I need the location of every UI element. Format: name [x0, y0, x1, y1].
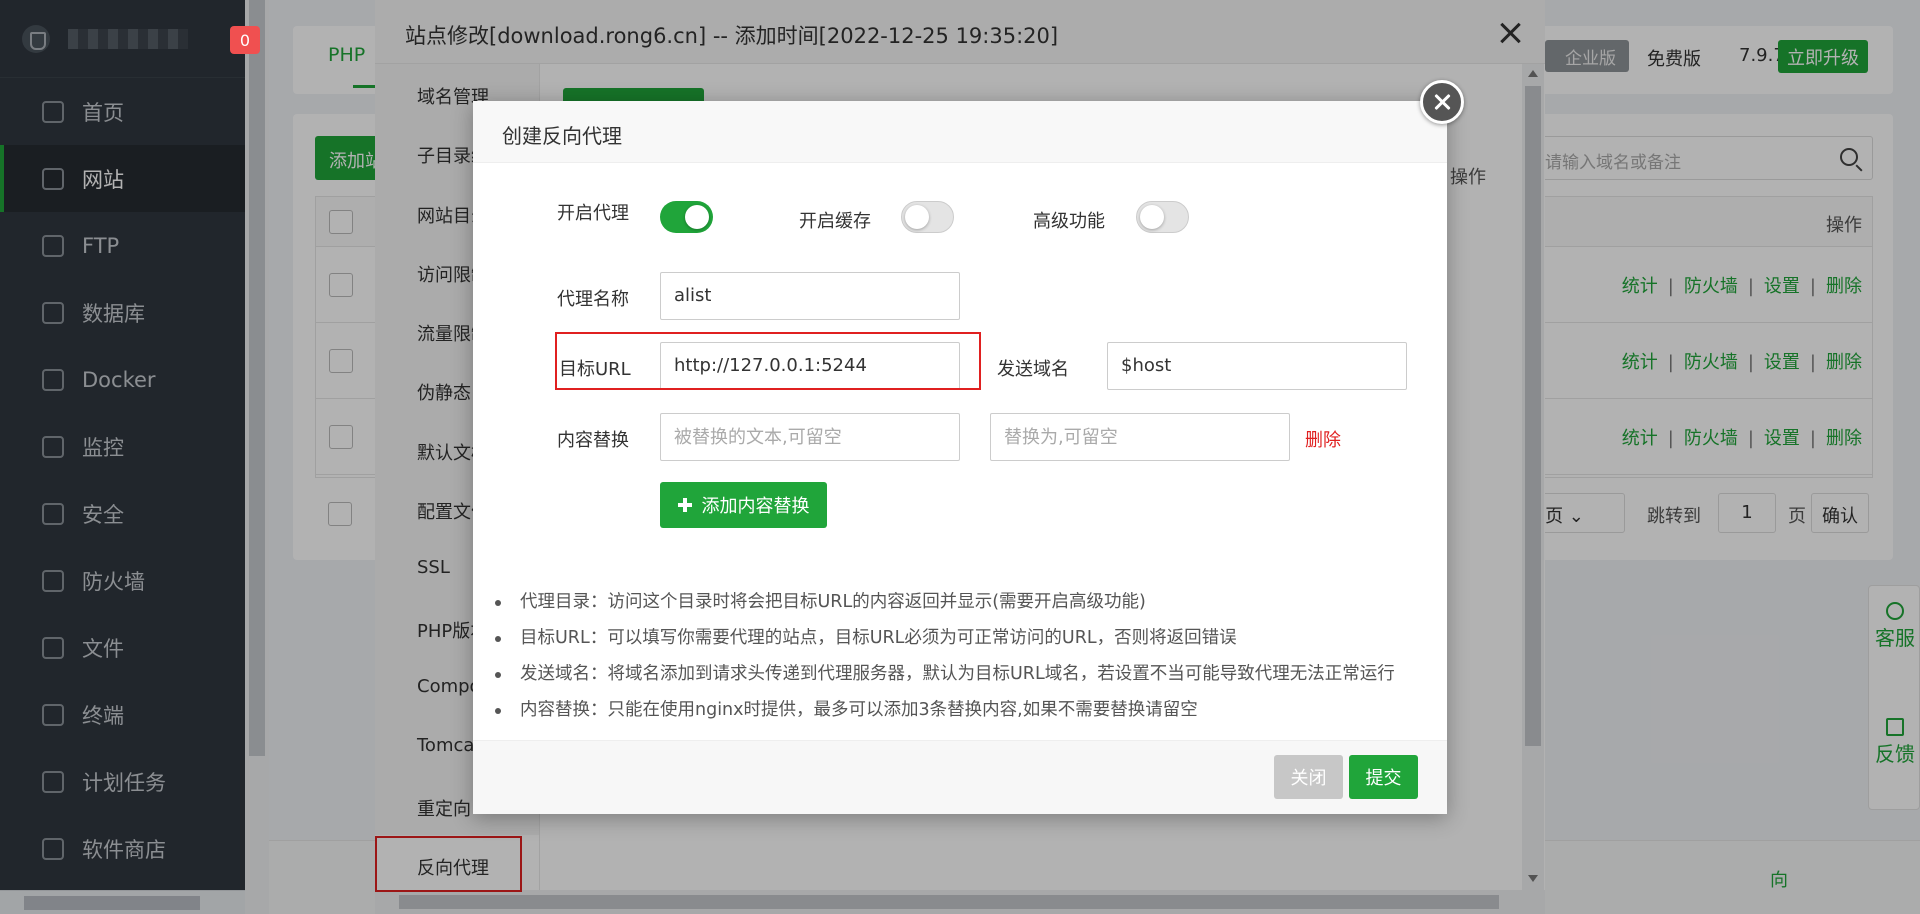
notification-badge[interactable]: 0 — [230, 26, 260, 54]
proxy-name-input[interactable]: alist — [660, 272, 960, 320]
content-replace-label: 内容替换 — [557, 430, 629, 451]
replace-from-input[interactable] — [660, 413, 960, 461]
add-content-replace-button[interactable]: 添加内容替换 — [660, 482, 827, 528]
help-tip: 目标URL：可以填写你需要代理的站点，目标URL必须为可正常访问的URL，否则将… — [492, 620, 1432, 656]
send-domain-input[interactable]: $host — [1107, 342, 1407, 390]
proxy-dialog-title: 创建反向代理 — [473, 101, 1447, 163]
proxy-name-label: 代理名称 — [557, 289, 629, 310]
delete-replace-link[interactable]: 删除 — [1305, 426, 1341, 452]
submit-button[interactable]: 提交 — [1349, 755, 1418, 799]
help-tip: 发送域名：将域名添加到请求头传递到代理服务器，默认为目标URL域名，若设置不当可… — [492, 656, 1432, 692]
close-button[interactable]: 关闭 — [1274, 755, 1343, 799]
enable-proxy-toggle[interactable] — [660, 201, 713, 233]
advanced-label: 高级功能 — [1033, 211, 1105, 232]
send-domain-label: 发送域名 — [997, 359, 1069, 380]
help-tip: 内容替换：只能在使用nginx时提供，最多可以添加3条替换内容,如果不需要替换请… — [492, 692, 1432, 728]
enable-proxy-label: 开启代理 — [557, 203, 629, 224]
enable-cache-label: 开启缓存 — [799, 211, 871, 232]
advanced-toggle[interactable] — [1136, 201, 1189, 233]
enable-cache-toggle[interactable] — [901, 201, 954, 233]
plus-icon — [677, 498, 692, 512]
proxy-dialog-close-icon[interactable] — [1420, 80, 1464, 124]
highlight-target-url — [555, 332, 981, 390]
help-tips: 代理目录：访问这个目录时将会把目标URL的内容返回并显示(需要开启高级功能) 目标… — [492, 584, 1432, 728]
replace-to-input[interactable] — [990, 413, 1290, 461]
help-tip: 代理目录：访问这个目录时将会把目标URL的内容返回并显示(需要开启高级功能) — [492, 584, 1432, 620]
